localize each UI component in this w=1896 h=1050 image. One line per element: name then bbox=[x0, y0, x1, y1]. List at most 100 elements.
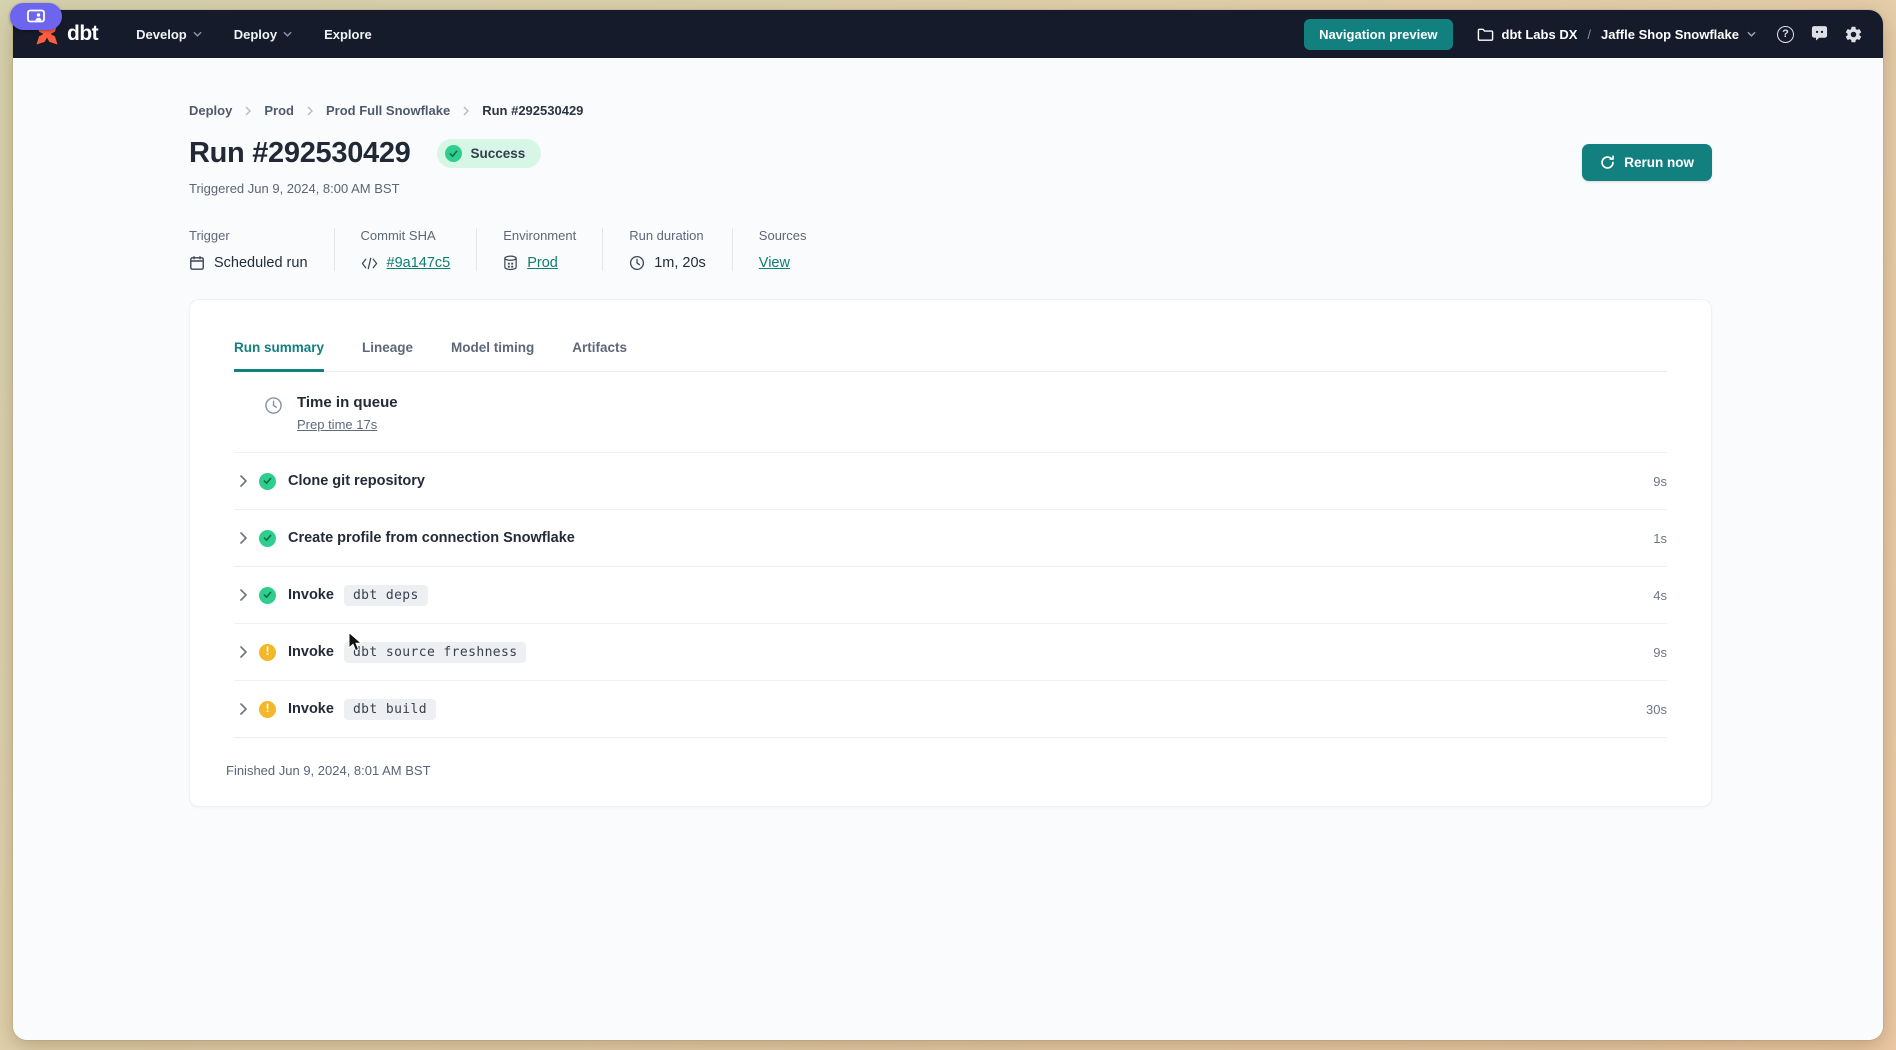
navigation-preview-button[interactable]: Navigation preview bbox=[1304, 19, 1452, 50]
chevron-right-icon[interactable] bbox=[240, 589, 247, 601]
chevron-down-icon bbox=[283, 31, 292, 37]
breadcrumb-prod[interactable]: Prod bbox=[264, 103, 294, 118]
code-icon bbox=[361, 257, 378, 270]
meta-sources: Sources View bbox=[759, 228, 833, 271]
step-label: Create profile from connection Snowflake bbox=[288, 530, 575, 546]
meta-trigger: Trigger Scheduled run bbox=[189, 228, 335, 271]
step-label: Invoke bbox=[288, 587, 334, 603]
warning-icon: ! bbox=[259, 644, 276, 661]
brand-name: dbt bbox=[67, 22, 98, 46]
step-invoke-dbt-source-freshness[interactable]: ! Invoke dbt source freshness 9s bbox=[234, 624, 1667, 681]
step-command: dbt deps bbox=[344, 585, 428, 606]
breadcrumb-job[interactable]: Prod Full Snowflake bbox=[326, 103, 450, 118]
meta-label: Trigger bbox=[189, 228, 308, 243]
step-duration: 9s bbox=[1653, 474, 1667, 489]
success-icon bbox=[259, 473, 276, 490]
queue-title: Time in queue bbox=[297, 394, 398, 411]
tab-model-timing[interactable]: Model timing bbox=[451, 340, 534, 372]
chevron-right-icon[interactable] bbox=[240, 703, 247, 715]
step-command: dbt source freshness bbox=[344, 642, 527, 663]
commit-sha-link[interactable]: #9a147c5 bbox=[387, 255, 451, 271]
chevron-down-icon bbox=[1747, 31, 1756, 37]
time-in-queue-block: Time in queue Prep time 17s bbox=[264, 372, 1667, 452]
tab-bar: Run summary Lineage Model timing Artifac… bbox=[234, 300, 1667, 372]
meta-run-duration: Run duration 1m, 20s bbox=[629, 228, 733, 271]
refresh-icon bbox=[1600, 155, 1615, 170]
status-badge: Success bbox=[437, 139, 542, 168]
nav-deploy[interactable]: Deploy bbox=[234, 27, 292, 42]
success-icon bbox=[259, 587, 276, 604]
screen-capture-pill[interactable] bbox=[10, 3, 62, 30]
nav-explore-label: Explore bbox=[324, 27, 372, 42]
meta-label: Commit SHA bbox=[361, 228, 451, 243]
breadcrumb-run: Run #292530429 bbox=[482, 103, 583, 118]
step-duration: 4s bbox=[1653, 588, 1667, 603]
success-icon bbox=[445, 145, 462, 162]
meta-value: 1m, 20s bbox=[654, 255, 706, 271]
meta-label: Run duration bbox=[629, 228, 706, 243]
step-invoke-dbt-build[interactable]: ! Invoke dbt build 30s bbox=[234, 681, 1667, 738]
feedback-icon[interactable] bbox=[1810, 25, 1829, 44]
step-invoke-dbt-deps[interactable]: Invoke dbt deps 4s bbox=[234, 567, 1667, 624]
success-icon bbox=[259, 530, 276, 547]
meta-label: Sources bbox=[759, 228, 807, 243]
breadcrumb: Deploy Prod Prod Full Snowflake Run #292… bbox=[189, 103, 1712, 118]
clock-icon bbox=[264, 396, 283, 434]
screen-share-icon bbox=[25, 9, 47, 25]
sources-view-link[interactable]: View bbox=[759, 255, 790, 271]
prep-time-link[interactable]: Prep time 17s bbox=[297, 417, 377, 432]
nav-explore[interactable]: Explore bbox=[324, 27, 372, 42]
chevron-right-icon bbox=[245, 106, 251, 116]
project-name: Jaffle Shop Snowflake bbox=[1601, 27, 1739, 42]
meta-value: Scheduled run bbox=[214, 255, 308, 271]
account-project-picker[interactable]: dbt Labs DX / Jaffle Shop Snowflake bbox=[1477, 27, 1756, 42]
nav-develop-label: Develop bbox=[136, 27, 187, 42]
breadcrumb-deploy[interactable]: Deploy bbox=[189, 103, 232, 118]
status-badge-label: Success bbox=[471, 146, 526, 161]
step-label: Invoke bbox=[288, 701, 334, 717]
navbar-icon-group: ? bbox=[1776, 25, 1863, 44]
step-command: dbt build bbox=[344, 699, 436, 720]
tab-lineage[interactable]: Lineage bbox=[362, 340, 413, 372]
database-icon bbox=[503, 255, 518, 271]
finished-timestamp: Finished Jun 9, 2024, 8:01 AM BST bbox=[226, 738, 1667, 778]
step-label: Clone git repository bbox=[288, 473, 425, 489]
warning-icon: ! bbox=[259, 701, 276, 718]
calendar-icon bbox=[189, 255, 205, 271]
tab-run-summary[interactable]: Run summary bbox=[234, 340, 324, 372]
nav-deploy-label: Deploy bbox=[234, 27, 277, 42]
chevron-right-icon[interactable] bbox=[240, 475, 247, 487]
nav-develop[interactable]: Develop bbox=[136, 27, 202, 42]
rerun-now-label: Rerun now bbox=[1624, 155, 1694, 170]
main-nav: Develop Deploy Explore bbox=[136, 27, 372, 42]
title-row: Run #292530429 Success bbox=[189, 137, 1712, 170]
gear-icon[interactable] bbox=[1844, 25, 1863, 44]
browser-window: dbt Develop Deploy Explore Navigation pr… bbox=[13, 10, 1883, 1040]
run-meta-strip: Trigger Scheduled run Commit SHA bbox=[189, 228, 1712, 271]
chevron-right-icon bbox=[307, 106, 313, 116]
page-title: Run #292530429 bbox=[189, 137, 411, 170]
step-duration: 1s bbox=[1653, 531, 1667, 546]
chevron-right-icon bbox=[463, 106, 469, 116]
folder-icon bbox=[1477, 27, 1494, 42]
tab-artifacts[interactable]: Artifacts bbox=[572, 340, 627, 372]
chevron-right-icon[interactable] bbox=[240, 532, 247, 544]
rerun-now-button[interactable]: Rerun now bbox=[1582, 144, 1712, 181]
account-name: dbt Labs DX bbox=[1502, 27, 1578, 42]
environment-link[interactable]: Prod bbox=[527, 255, 558, 271]
meta-environment: Environment Prod bbox=[503, 228, 603, 271]
help-icon[interactable]: ? bbox=[1776, 25, 1795, 44]
step-clone-git-repository[interactable]: Clone git repository 9s bbox=[234, 453, 1667, 510]
run-detail-page: Deploy Prod Prod Full Snowflake Run #292… bbox=[13, 58, 1883, 1040]
account-separator: / bbox=[1585, 27, 1593, 42]
chevron-right-icon[interactable] bbox=[240, 646, 247, 658]
step-duration: 30s bbox=[1646, 702, 1667, 717]
desktop: { "colors": { "accent": "#138080", "link… bbox=[0, 0, 1896, 1050]
meta-label: Environment bbox=[503, 228, 576, 243]
run-summary-card: Run summary Lineage Model timing Artifac… bbox=[189, 299, 1712, 807]
chevron-down-icon bbox=[193, 31, 202, 37]
step-label: Invoke bbox=[288, 644, 334, 660]
triggered-timestamp: Triggered Jun 9, 2024, 8:00 AM BST bbox=[189, 181, 1712, 196]
step-create-profile[interactable]: Create profile from connection Snowflake… bbox=[234, 510, 1667, 567]
meta-commit-sha: Commit SHA #9a147c5 bbox=[361, 228, 478, 271]
